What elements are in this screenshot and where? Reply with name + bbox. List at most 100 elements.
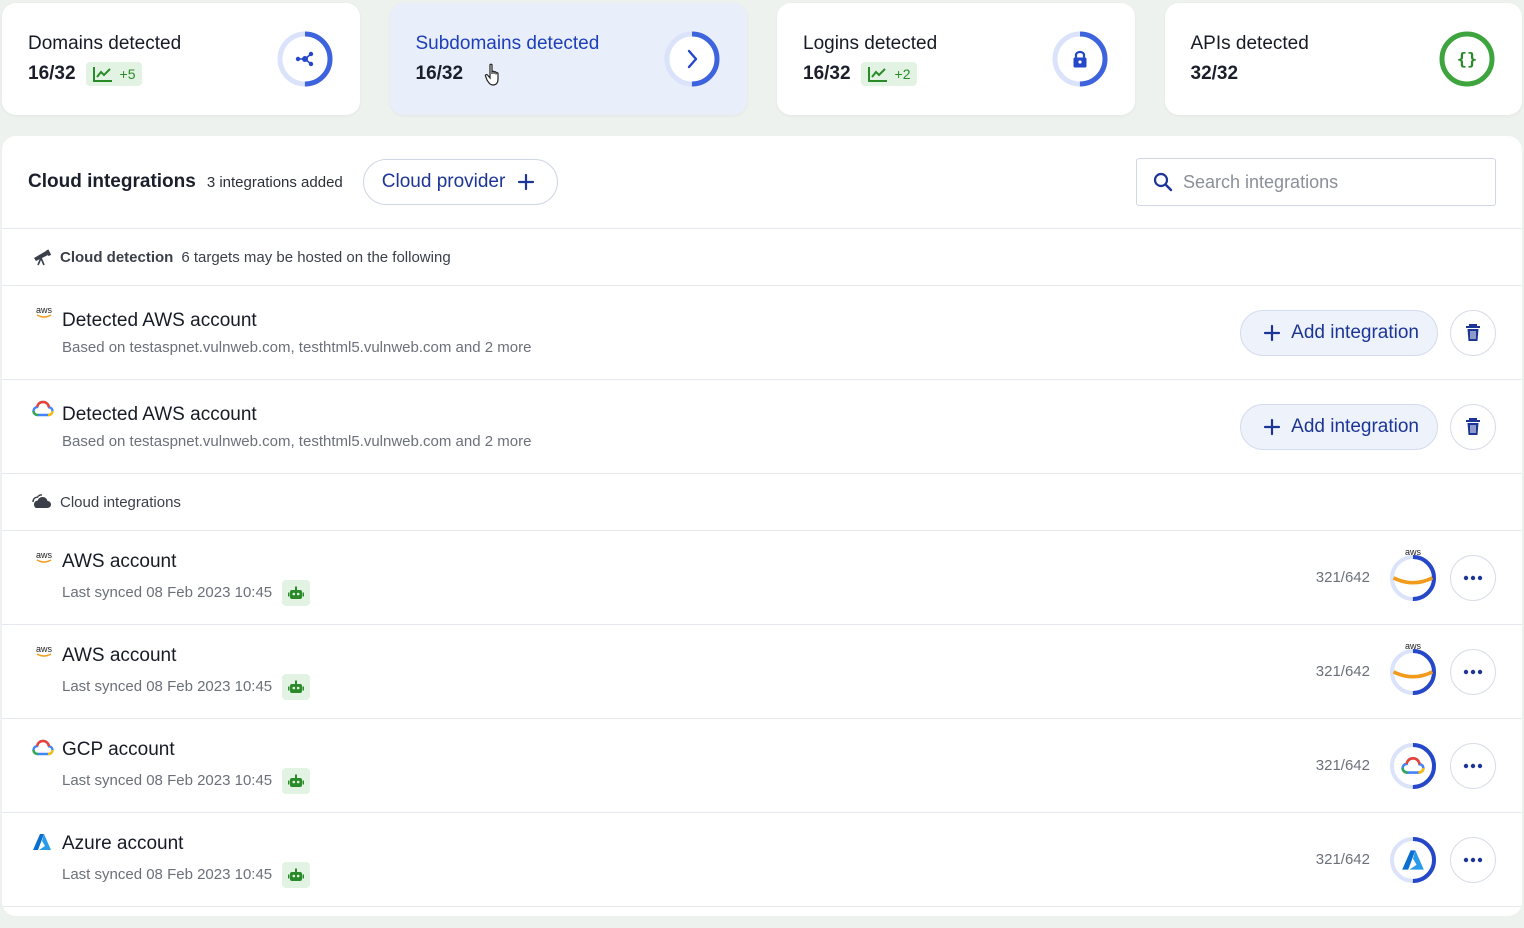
- more-horizontal-icon: [1463, 575, 1483, 580]
- last-synced: Last synced 08 Feb 2023 10:45: [62, 579, 311, 606]
- integration-title: GCP account: [62, 738, 175, 760]
- card-value: 16/32: [415, 63, 464, 84]
- cloud-detection-label: Cloud detection: [60, 248, 174, 266]
- trash-icon: [1466, 323, 1480, 341]
- trend-value: +5: [119, 66, 136, 82]
- card-value: 16/32: [28, 63, 76, 84]
- plus-icon: [1264, 324, 1281, 341]
- coverage-ratio: 321/642: [1315, 757, 1370, 774]
- cloud-integrations-header: Cloud integrations: [2, 474, 1522, 531]
- robot-icon: [282, 861, 311, 888]
- coverage-ratio: 321/642: [1315, 569, 1370, 586]
- domains-card[interactable]: Domains detected 16/32 +5: [2, 3, 360, 115]
- detected-account-title: Detected AWS account: [62, 404, 257, 425]
- detected-account-row: Detected AWS account Based on testaspnet…: [2, 380, 1522, 474]
- logins-card[interactable]: Logins detected 16/32 +2: [777, 3, 1135, 115]
- aws-logo-icon: aws: [1392, 548, 1434, 590]
- robot-icon: [282, 767, 311, 794]
- stats-cards: Domains detected 16/32 +5 Subdomains det…: [2, 3, 1522, 115]
- subdomains-card[interactable]: Subdomains detected 16/32: [389, 3, 747, 115]
- trend-badge: +2: [860, 62, 917, 86]
- panel-header: Cloud integrations 3 integrations added …: [2, 136, 1522, 229]
- integration-row[interactable]: aws AWS account Last synced 08 Feb 2023 …: [2, 531, 1522, 625]
- last-synced: Last synced 08 Feb 2023 10:45: [62, 767, 311, 794]
- delete-button[interactable]: [1450, 309, 1496, 356]
- robot-icon: [282, 579, 311, 606]
- cloud-integrations-label: Cloud integrations: [60, 493, 181, 511]
- coverage-ratio: 321/642: [1315, 851, 1370, 868]
- gcp-logo-icon: [32, 400, 56, 424]
- cloud-provider-label: Cloud provider: [381, 171, 506, 192]
- search-icon: [1153, 172, 1173, 192]
- last-synced-text: Last synced 08 Feb 2023 10:45: [62, 772, 273, 789]
- add-integration-button[interactable]: Add integration: [1240, 309, 1438, 356]
- detected-account-row: aws Detected AWS account Based on testas…: [2, 286, 1522, 380]
- panel-title: Cloud integrations: [28, 171, 196, 192]
- delete-button[interactable]: [1450, 403, 1496, 450]
- integration-title: AWS account: [62, 644, 177, 666]
- cloud-provider-button[interactable]: Cloud provider: [362, 159, 559, 205]
- telescope-icon: [34, 249, 52, 266]
- integration-title: Azure account: [62, 832, 184, 854]
- cloud-detection-text: 6 targets may be hosted on the following: [181, 248, 451, 266]
- braces-icon: {}: [1438, 30, 1496, 88]
- gcp-logo-icon: [1401, 754, 1425, 778]
- card-value: 16/32: [803, 63, 851, 84]
- more-options-button[interactable]: [1450, 742, 1496, 789]
- last-synced-text: Last synced 08 Feb 2023 10:45: [62, 678, 273, 695]
- coverage-ring: aws: [1388, 548, 1438, 603]
- coverage-ring: [1388, 741, 1438, 791]
- more-options-button[interactable]: [1450, 836, 1496, 883]
- more-horizontal-icon: [1463, 857, 1483, 862]
- azure-logo-icon: [1401, 848, 1425, 872]
- detected-account-sub: Based on testaspnet.vulnweb.com, testhtm…: [62, 339, 532, 356]
- card-value: 32/32: [1190, 63, 1239, 84]
- aws-logo-icon: aws: [35, 644, 52, 657]
- robot-icon: [282, 673, 311, 700]
- add-integration-button[interactable]: Add integration: [1240, 403, 1438, 450]
- integration-row[interactable]: Azure account Last synced 08 Feb 2023 10…: [2, 813, 1522, 907]
- search-input[interactable]: [1183, 171, 1473, 193]
- integration-row[interactable]: GCP account Last synced 08 Feb 2023 10:4…: [2, 719, 1522, 813]
- plus-icon: [1264, 418, 1281, 435]
- coverage-ratio: 321/642: [1315, 663, 1370, 680]
- integration-row[interactable]: aws AWS account Last synced 08 Feb 2023 …: [2, 625, 1522, 719]
- cloud-detection-header: Cloud detection 6 targets may be hosted …: [2, 229, 1522, 286]
- trend-badge: +5: [85, 62, 142, 86]
- plus-icon: [518, 173, 535, 191]
- add-integration-label: Add integration: [1291, 415, 1419, 437]
- svg-text:{}: {}: [1457, 50, 1477, 70]
- aws-logo-icon: aws: [1392, 642, 1434, 684]
- trash-icon: [1466, 417, 1480, 435]
- trend-up-icon: [867, 67, 887, 82]
- cloud-integrations-panel: Cloud integrations 3 integrations added …: [2, 136, 1522, 916]
- lock-icon: [1051, 30, 1109, 88]
- aws-logo-icon: aws: [35, 305, 52, 318]
- hand-cursor-icon: [484, 63, 499, 86]
- last-synced-text: Last synced 08 Feb 2023 10:45: [62, 584, 273, 601]
- coverage-ring: aws: [1388, 642, 1438, 697]
- more-horizontal-icon: [1463, 669, 1483, 674]
- network-icon: [276, 30, 334, 88]
- last-synced: Last synced 08 Feb 2023 10:45: [62, 673, 311, 700]
- trend-value: +2: [894, 66, 911, 82]
- chevron-right-icon[interactable]: [663, 30, 721, 88]
- azure-logo-icon: [32, 833, 56, 857]
- gcp-logo-icon: [32, 739, 56, 763]
- add-integration-label: Add integration: [1291, 321, 1419, 343]
- search-box[interactable]: [1136, 158, 1496, 206]
- last-synced: Last synced 08 Feb 2023 10:45: [62, 861, 311, 888]
- more-options-button[interactable]: [1450, 554, 1496, 601]
- coverage-ring: [1388, 835, 1438, 885]
- more-options-button[interactable]: [1450, 648, 1496, 695]
- trend-up-icon: [92, 67, 112, 82]
- detected-account-sub: Based on testaspnet.vulnweb.com, testhtm…: [62, 433, 532, 450]
- integration-title: AWS account: [62, 550, 177, 572]
- detected-account-title: Detected AWS account: [62, 310, 257, 331]
- integrations-count: 3 integrations added: [206, 173, 343, 191]
- aws-logo-icon: aws: [35, 550, 52, 563]
- last-synced-text: Last synced 08 Feb 2023 10:45: [62, 866, 273, 883]
- more-horizontal-icon: [1463, 763, 1483, 768]
- apis-card[interactable]: APIs detected 32/32 {}: [1164, 3, 1522, 115]
- clouds-icon: [32, 494, 51, 508]
